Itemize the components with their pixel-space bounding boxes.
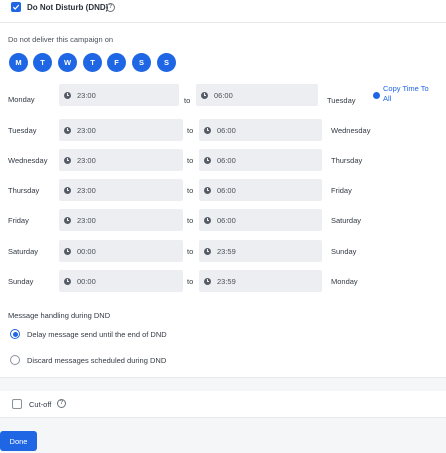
row-day-label: Monday — [8, 95, 35, 104]
start-time-field[interactable]: 23:00 — [59, 209, 183, 231]
day-buttons: M T W T F S S — [8, 53, 183, 73]
start-time-field[interactable]: 00:00 — [59, 270, 183, 292]
end-time-value: 06:00 — [217, 215, 236, 225]
clock-icon — [201, 91, 208, 99]
start-time-field[interactable]: 23:00 — [59, 179, 183, 201]
to-label: to — [187, 247, 194, 256]
to-label: to — [187, 156, 194, 165]
row-end-day-label: Sunday — [331, 247, 357, 256]
dnd-help-icon[interactable]: ? — [106, 3, 115, 12]
start-time-value: 23:00 — [77, 90, 96, 100]
radio-discard-messages[interactable] — [10, 355, 20, 365]
start-time-value: 23:00 — [77, 155, 96, 165]
end-time-field[interactable]: 23:59 — [199, 270, 322, 292]
day-button-wednesday[interactable]: W — [58, 53, 77, 72]
clock-icon — [204, 277, 211, 285]
row-day-label: Wednesday — [8, 156, 48, 165]
day-button-tuesday[interactable]: T — [33, 53, 52, 72]
row-end-day-label: Monday — [331, 277, 358, 286]
day-button-sunday[interactable]: S — [157, 53, 176, 72]
row-end-day-label: Tuesday — [327, 96, 356, 105]
clock-icon — [64, 216, 71, 224]
radio-dot — [12, 331, 18, 337]
row-day-label: Tuesday — [8, 126, 37, 135]
end-time-field[interactable]: 06:00 — [199, 209, 322, 231]
to-label: to — [187, 216, 194, 225]
row-end-day-label: Saturday — [331, 216, 362, 225]
clock-icon — [64, 277, 71, 285]
to-label: to — [187, 186, 194, 195]
row-day-label: Friday — [8, 216, 29, 225]
clock-icon — [204, 247, 211, 255]
to-label: to — [187, 277, 194, 286]
end-time-field[interactable]: 06:00 — [196, 84, 318, 106]
check-icon — [12, 4, 20, 10]
cutoff-checkbox[interactable] — [12, 399, 22, 409]
radio-discard-label[interactable]: Discard messages scheduled during DND — [27, 356, 166, 365]
start-time-value: 23:00 — [77, 125, 96, 135]
row-end-day-label: Wednesday — [331, 126, 371, 135]
clock-icon — [204, 126, 211, 134]
clock-icon — [64, 156, 71, 164]
start-time-value: 00:00 — [77, 276, 96, 286]
row-day-label: Thursday — [8, 186, 40, 195]
cutoff-label: Cut-off — [29, 400, 52, 409]
footer-band — [0, 417, 446, 453]
clock-icon — [64, 126, 71, 134]
section-gap-band — [0, 377, 446, 391]
end-time-value: 06:00 — [217, 185, 236, 195]
start-time-value: 23:00 — [77, 185, 96, 195]
clock-icon — [204, 216, 211, 224]
row-end-day-label: Thursday — [331, 156, 363, 165]
day-button-thursday[interactable]: T — [83, 53, 102, 72]
cutoff-help-icon[interactable]: ? — [57, 399, 66, 408]
end-time-value: 06:00 — [217, 155, 236, 165]
start-time-field[interactable]: 23:00 — [59, 84, 179, 106]
start-time-value: 23:00 — [77, 215, 96, 225]
row-end-day-label: Friday — [331, 186, 352, 195]
start-time-field[interactable]: 23:00 — [59, 119, 183, 141]
clock-icon — [64, 91, 71, 99]
done-button[interactable]: Done — [0, 431, 37, 451]
start-time-field[interactable]: 23:00 — [59, 149, 183, 171]
end-time-field[interactable]: 06:00 — [199, 179, 322, 201]
end-time-value: 06:00 — [214, 90, 233, 100]
clock-icon — [64, 186, 71, 194]
start-time-field[interactable]: 00:00 — [59, 240, 183, 262]
day-button-saturday[interactable]: S — [132, 53, 151, 72]
copy-icon[interactable] — [373, 92, 380, 99]
end-time-value: 23:59 — [217, 276, 236, 286]
clock-icon — [204, 156, 211, 164]
clock-icon — [64, 247, 71, 255]
radio-delay-message[interactable] — [10, 329, 20, 339]
end-time-value: 06:00 — [217, 125, 236, 135]
row-day-label: Sunday — [8, 277, 34, 286]
schedule-heading: Do not deliver this campaign on — [8, 35, 114, 44]
handling-heading: Message handling during DND — [8, 311, 111, 320]
end-time-field[interactable]: 06:00 — [199, 119, 322, 141]
to-label: to — [187, 126, 194, 135]
row-day-label: Saturday — [8, 247, 39, 256]
dnd-divider — [0, 22, 446, 23]
dnd-label: Do Not Disturb (DND) — [27, 3, 109, 12]
end-time-field[interactable]: 23:59 — [199, 240, 322, 262]
clock-icon — [204, 186, 211, 194]
to-label: to — [184, 96, 191, 105]
dnd-checkbox[interactable] — [11, 2, 21, 12]
cutoff-top-divider — [0, 377, 446, 378]
start-time-value: 00:00 — [77, 246, 96, 256]
end-time-value: 23:59 — [217, 246, 236, 256]
end-time-field[interactable]: 06:00 — [199, 149, 322, 171]
footer-divider — [0, 417, 446, 418]
radio-delay-label[interactable]: Delay message send until the end of DND — [27, 330, 167, 339]
day-button-friday[interactable]: F — [107, 53, 126, 72]
copy-time-to-all-link[interactable]: Copy Time To All — [383, 84, 435, 104]
day-button-monday[interactable]: M — [9, 53, 28, 72]
